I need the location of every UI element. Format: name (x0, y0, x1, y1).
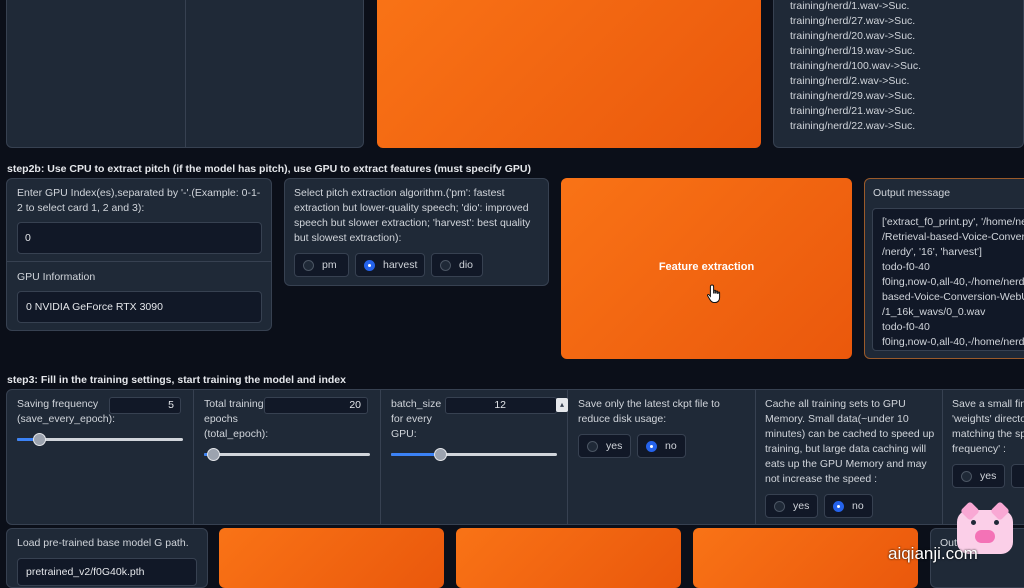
top-log-lines: training/nerd/1.wav->Suc. training/nerd/2… (790, 0, 1023, 134)
log-line: training/nerd/27.wav->Suc. (790, 15, 916, 27)
total-epoch-track[interactable] (204, 453, 370, 456)
pretrained-g-label: Load pre-trained base model G path. (17, 537, 189, 549)
save-latest-option-yes[interactable]: yes (578, 434, 631, 458)
divider-4 (755, 389, 756, 525)
cache-no-label: no (852, 500, 864, 512)
log-line: training/nerd/1.wav->Suc. (790, 0, 910, 12)
batch-size-number[interactable]: 12 (445, 397, 557, 414)
cache-option-yes[interactable]: yes (765, 494, 818, 518)
small-final-option-yes[interactable]: yes (952, 464, 1005, 488)
hand-cursor-icon (706, 284, 721, 303)
top-left-divider (185, 0, 186, 148)
save-latest-label: Save only the latest ckpt file to reduce… (578, 398, 720, 425)
top-log-output: training/nerd/1.wav->Suc. training/nerd/2… (773, 0, 1024, 148)
output-line: /Retrieval-based-Voice-Conversio (882, 231, 1024, 243)
pitch-algorithm-label: Select pitch extraction algorithm.('pm':… (294, 187, 531, 244)
output-message-text: ['extract_f0_print.py', '/home/ne/Retrie… (872, 208, 1024, 351)
step3-title: step3: Fill in the training settings, st… (7, 374, 346, 386)
output-line: ['extract_f0_print.py', '/home/ne (882, 216, 1024, 228)
output-line: /1_16k_wavs/0_0.wav (882, 306, 986, 318)
cache-yes-label: yes (793, 500, 810, 512)
one-click-training-button[interactable] (693, 528, 918, 588)
log-line: training/nerd/19.wav->Suc. (790, 45, 916, 57)
batch-size-spinner-icon[interactable]: ▴ (556, 398, 568, 412)
gpu-index-input[interactable]: 0 (17, 222, 262, 254)
pitch-option-pm[interactable]: pm (294, 253, 349, 277)
save-latest-no-radio[interactable] (646, 440, 657, 452)
pitch-pm-radio[interactable] (303, 259, 314, 271)
cache-gpu-label: Cache all training sets to GPU Memory. S… (765, 398, 935, 485)
small-final-yes-radio[interactable] (961, 470, 972, 482)
watermark-text: aiqianji.com (888, 544, 978, 563)
train-model-button[interactable] (219, 528, 444, 588)
pitch-harvest-radio[interactable] (364, 259, 375, 271)
output-line: based-Voice-Conversion-WebUI/ (882, 291, 1024, 303)
pitch-option-dio[interactable]: dio (431, 253, 483, 277)
save-frequency-number[interactable]: 5 (109, 397, 181, 414)
total-epoch-knob[interactable] (207, 448, 220, 461)
feature-extraction-button[interactable]: Feature extraction (561, 178, 852, 359)
process-data-button[interactable] (377, 0, 761, 148)
output-message-label: Output message (873, 187, 951, 199)
log-line: training/nerd/21.wav->Suc. (790, 105, 916, 117)
cache-yes-radio[interactable] (774, 500, 785, 512)
output-line: todo-f0-40 (882, 321, 930, 333)
save-small-final-label: Save a small fini 'weights' directo matc… (952, 398, 1024, 455)
gpu-info-field[interactable]: 0 NVIDIA GeForce RTX 3090 (17, 291, 262, 323)
log-line: training/nerd/29.wav->Suc. (790, 90, 916, 102)
save-latest-no-label: no (665, 440, 677, 452)
save-latest-option-no[interactable]: no (637, 434, 686, 458)
gpu-index-label: Enter GPU Index(es),separated by '-'.(Ex… (17, 187, 261, 214)
log-line: training/nerd/2.wav->Suc. (790, 75, 910, 87)
output-line: f0ing,now-0,all-40,-/home/nerdy (882, 336, 1024, 348)
small-final-yes-label: yes (980, 470, 997, 482)
log-line: training/nerd/20.wav->Suc. (790, 30, 916, 42)
step2b-title: step2b: Use CPU to extract pitch (if the… (7, 163, 531, 175)
output-line: todo-f0-40 (882, 261, 930, 273)
feature-extraction-label: Feature extraction (658, 260, 755, 273)
gpu-divider (6, 261, 272, 262)
small-final-option-partial[interactable] (1011, 464, 1024, 488)
batch-size-knob[interactable] (434, 448, 447, 461)
gpu-info-label: GPU Information (17, 271, 96, 283)
pitch-dio-label: dio (459, 259, 474, 271)
batch-size-label: batch_size for every GPU: (391, 398, 442, 440)
pretrained-g-input[interactable]: pretrained_v2/f0G40k.pth (17, 558, 197, 586)
output-message-lines: ['extract_f0_print.py', '/home/ne/Retrie… (882, 215, 1024, 350)
save-latest-yes-radio[interactable] (587, 440, 598, 452)
total-epoch-number[interactable]: 20 (264, 397, 368, 414)
pitch-dio-radio[interactable] (440, 259, 451, 271)
cache-option-no[interactable]: no (824, 494, 873, 518)
save-frequency-knob[interactable] (33, 433, 46, 446)
divider-2 (380, 389, 381, 525)
save-frequency-label: Saving frequency (save_every_epoch): (17, 398, 116, 425)
save-latest-yes-label: yes (606, 440, 623, 452)
pitch-pm-label: pm (322, 259, 337, 271)
pitch-harvest-label: harvest (383, 259, 418, 271)
log-line: training/nerd/100.wav->Suc. (790, 60, 922, 72)
log-line: training/nerd/22.wav->Suc. (790, 120, 916, 132)
divider-1 (193, 389, 194, 525)
pitch-option-harvest[interactable]: harvest (355, 253, 425, 277)
divider-5 (942, 389, 943, 525)
train-index-button[interactable] (456, 528, 681, 588)
output-line: f0ing,now-0,all-40,-/home/nerdy (882, 276, 1024, 288)
batch-size-fill (391, 453, 440, 456)
cache-no-radio[interactable] (833, 500, 844, 512)
output-line: /nerdy', '16', 'harvest'] (882, 246, 982, 258)
